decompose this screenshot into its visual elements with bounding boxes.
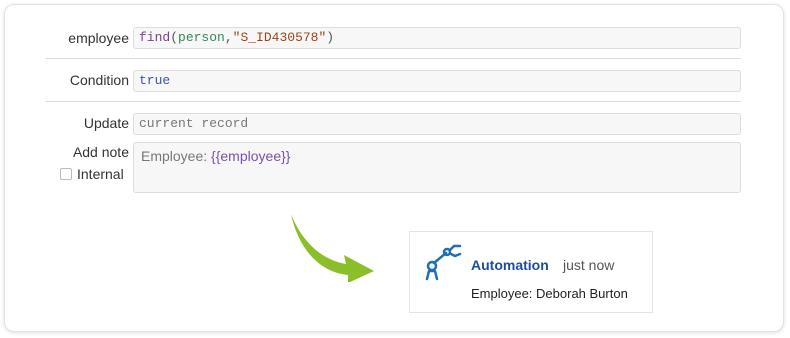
notification-author: Automation — [471, 257, 549, 273]
add-note-label: Add note — [72, 144, 129, 160]
condition-field[interactable]: true — [133, 70, 741, 92]
automation-card: employee find(person,"S_ID430578") Condi… — [4, 4, 784, 332]
employee-expression-field[interactable]: find(person,"S_ID430578") — [133, 27, 741, 49]
update-field[interactable]: current record — [133, 113, 741, 135]
internal-checkbox[interactable] — [60, 168, 72, 180]
expr-arg-id: "S_ID430578" — [232, 30, 327, 45]
expr-close-paren: ) — [326, 30, 335, 45]
update-label: Update — [83, 115, 129, 131]
robot-arm-icon — [422, 242, 464, 285]
add-note-textarea[interactable]: Employee: {{employee}} — [133, 142, 741, 193]
divider — [45, 58, 741, 59]
condition-value: true — [139, 73, 171, 88]
internal-label[interactable]: Internal — [77, 166, 124, 182]
notification-time: just now — [563, 257, 615, 273]
arrow-icon — [288, 212, 378, 285]
expr-open-paren: ( — [170, 30, 179, 45]
notification-card: Automation just now Employee: Deborah Bu… — [409, 231, 653, 313]
note-prefix: Employee: — [141, 148, 212, 164]
condition-label: Condition — [69, 72, 129, 88]
note-variable: {{employee}} — [211, 148, 291, 164]
expr-comma: , — [224, 30, 233, 45]
employee-label: employee — [68, 30, 129, 46]
expr-function: find — [139, 30, 171, 45]
update-value: current record — [139, 116, 249, 131]
divider — [45, 101, 741, 102]
notification-text: Employee: Deborah Burton — [471, 286, 628, 301]
expr-arg-person: person — [178, 30, 225, 45]
